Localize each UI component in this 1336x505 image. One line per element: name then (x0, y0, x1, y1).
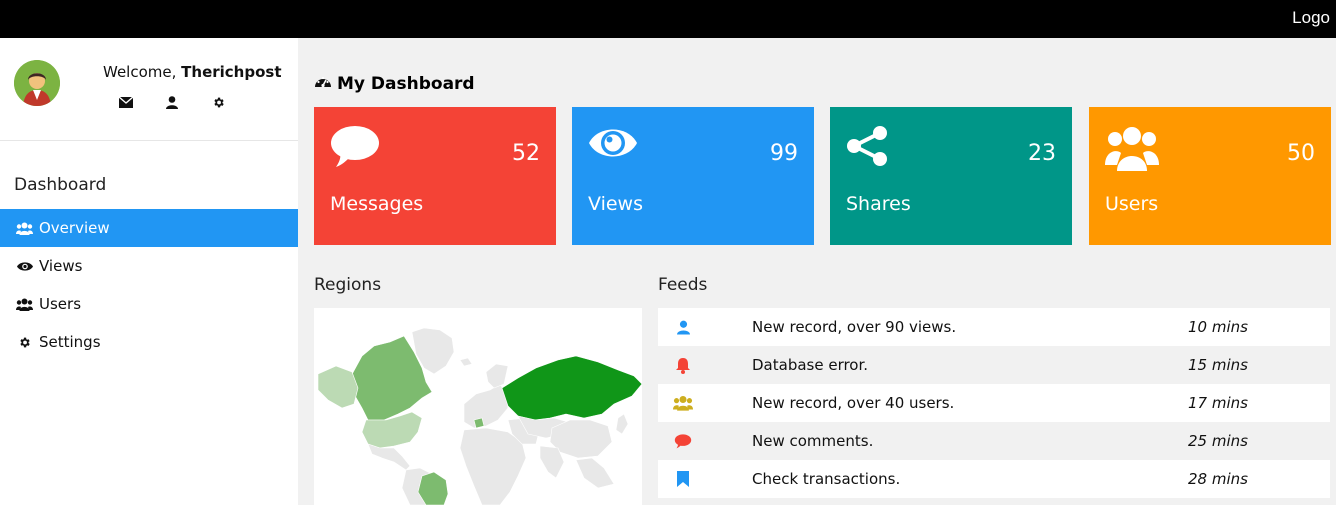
card-value: 50 (1287, 141, 1315, 166)
views-card[interactable]: 99 Views (572, 107, 814, 245)
sidebar-item-label: Settings (39, 333, 101, 351)
feed-time: 17 mins (1188, 394, 1248, 412)
card-label: Messages (330, 193, 424, 215)
gear-icon (16, 335, 33, 350)
sidebar-item-users[interactable]: Users (0, 285, 298, 323)
dashboard-icon (314, 73, 332, 94)
map-region-mexico (367, 443, 411, 471)
envelope-icon[interactable] (118, 94, 134, 110)
sidebar-heading: Dashboard (14, 175, 107, 195)
user-icon[interactable] (164, 94, 180, 110)
bookmark-icon (658, 471, 708, 487)
welcome-text: Welcome, Therichpost (103, 63, 282, 81)
sidebar-item-overview[interactable]: Overview (0, 209, 298, 247)
username: Therichpost (181, 63, 282, 81)
feed-text: New comments. (752, 432, 874, 450)
feed-text: Database error. (752, 356, 869, 374)
sidebar-item-settings[interactable]: Settings (0, 323, 298, 361)
card-label: Views (588, 193, 643, 215)
eye-icon (16, 259, 33, 274)
welcome-prefix: Welcome, (103, 63, 182, 81)
feed-time: 25 mins (1188, 432, 1248, 450)
users-icon (1105, 125, 1159, 175)
feeds-label: Feeds (658, 275, 708, 295)
comment-icon (330, 125, 380, 173)
map-region-alaska (317, 365, 359, 409)
logo[interactable]: Logo (1292, 8, 1330, 28)
eye-icon (588, 125, 638, 165)
map-region-africa (459, 427, 527, 505)
sidebar-divider (0, 140, 298, 141)
dashboard-title: My Dashboard (337, 73, 475, 94)
top-bar: Logo (0, 0, 1336, 38)
regions-label: Regions (314, 275, 382, 295)
sidebar-menu: Overview Views Users Settings (0, 209, 298, 361)
bell-icon (658, 357, 708, 374)
map-region-japan (615, 413, 629, 435)
feed-row[interactable]: New record, over 90 views. 10 mins (658, 308, 1330, 346)
users-card[interactable]: 50 Users (1089, 107, 1331, 245)
map-region-southeast-asia (575, 457, 615, 489)
comment-icon (658, 433, 708, 449)
card-value: 52 (512, 141, 540, 166)
sidebar-item-label: Overview (39, 219, 110, 237)
map-region-russia (501, 355, 642, 421)
feeds-table: New record, over 90 views. 10 mins Datab… (658, 308, 1330, 498)
sidebar-item-label: Views (39, 257, 83, 275)
sidebar: Welcome, Therichpost Dashboard Overview … (0, 38, 298, 505)
card-label: Users (1105, 193, 1159, 215)
card-value: 99 (770, 141, 798, 166)
users-icon (658, 395, 708, 411)
map-region-scandinavia (485, 363, 509, 389)
feed-row[interactable]: Database error. 15 mins (658, 346, 1330, 384)
user-icon (658, 320, 708, 335)
feed-time: 15 mins (1188, 356, 1248, 374)
map-region-france (473, 417, 485, 429)
regions-map[interactable] (314, 308, 642, 505)
feed-text: New record, over 40 users. (752, 394, 955, 412)
messages-card[interactable]: 52 Messages (314, 107, 556, 245)
feed-text: Check transactions. (752, 470, 901, 488)
gear-icon[interactable] (210, 94, 226, 110)
feed-row[interactable]: New comments. 25 mins (658, 422, 1330, 460)
card-value: 23 (1028, 141, 1056, 166)
map-region-iceland (459, 357, 473, 367)
sidebar-item-views[interactable]: Views (0, 247, 298, 285)
users-icon (16, 221, 33, 236)
feed-time: 28 mins (1188, 470, 1248, 488)
feed-time: 10 mins (1188, 318, 1248, 336)
map-region-europe (463, 383, 509, 429)
share-icon (846, 125, 890, 171)
shares-card[interactable]: 23 Shares (830, 107, 1072, 245)
card-label: Shares (846, 193, 911, 215)
page-title: My Dashboard (314, 73, 475, 94)
sidebar-item-label: Users (39, 295, 82, 313)
avatar[interactable] (14, 60, 60, 106)
feed-row[interactable]: New record, over 40 users. 17 mins (658, 384, 1330, 422)
user-actions (118, 94, 226, 110)
feed-row[interactable]: Check transactions. 28 mins (658, 460, 1330, 498)
users-icon (16, 297, 33, 312)
feed-text: New record, over 90 views. (752, 318, 957, 336)
